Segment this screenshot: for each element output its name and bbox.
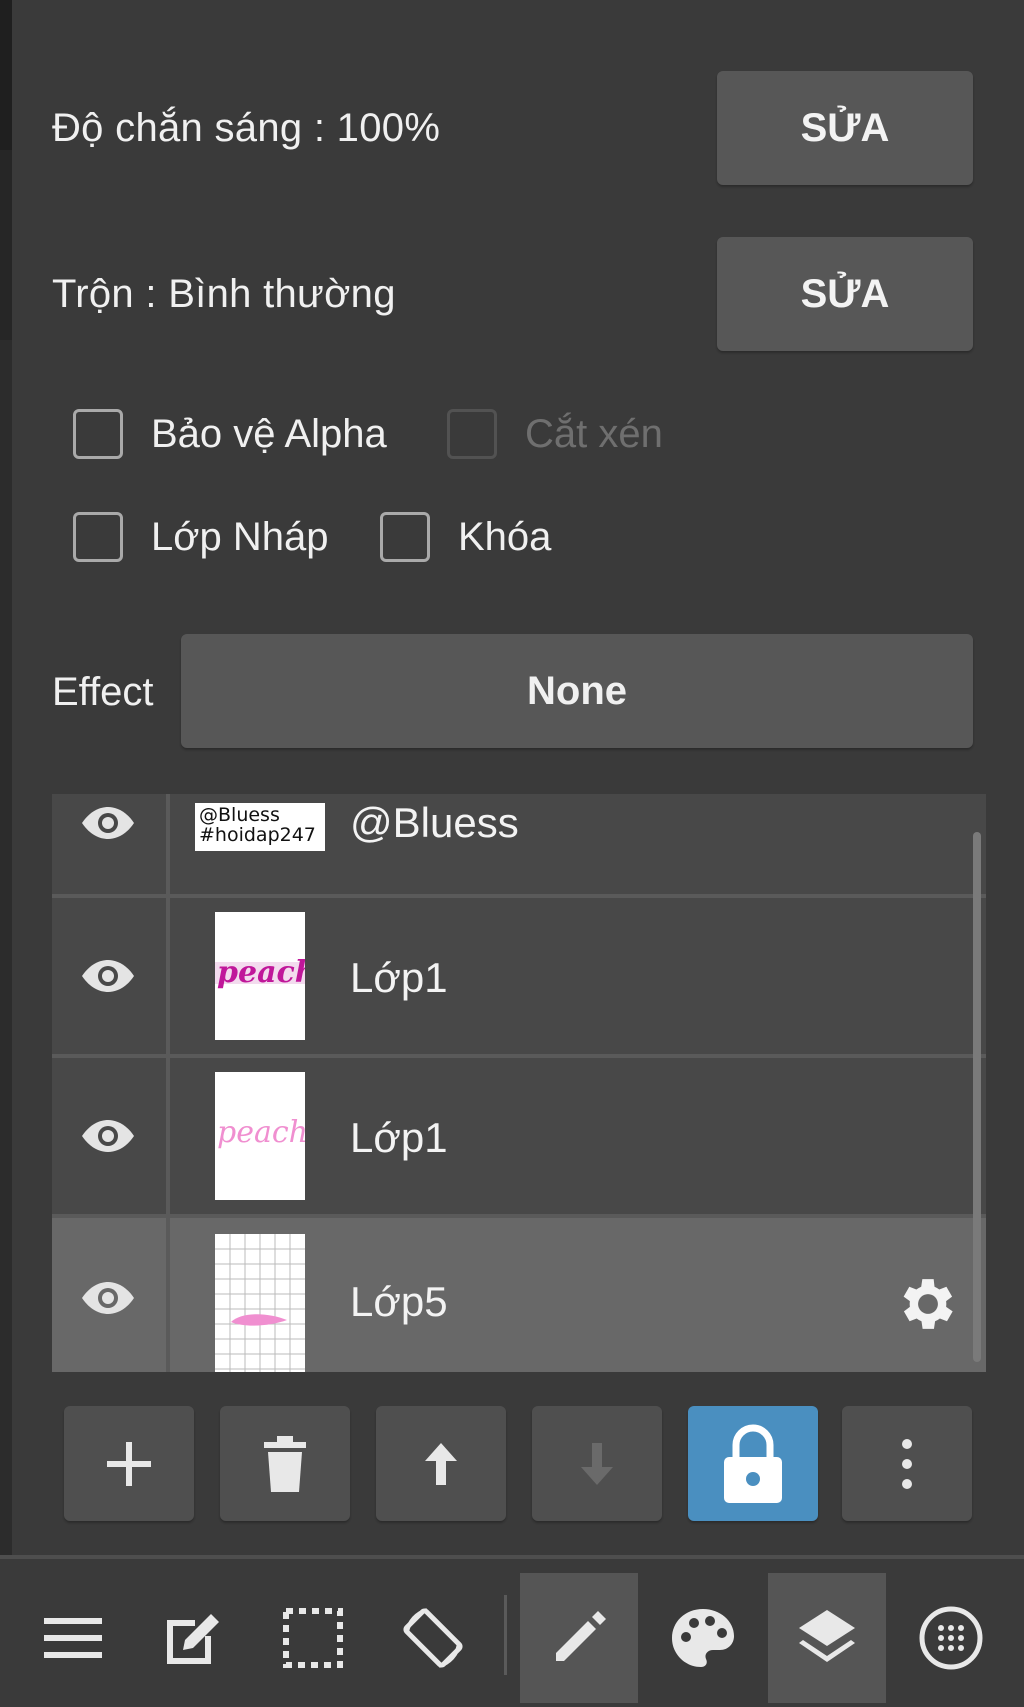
move-up-icon bbox=[425, 1442, 457, 1485]
checkbox-box bbox=[73, 512, 123, 562]
layers-icon bbox=[799, 1610, 855, 1662]
eye-icon[interactable] bbox=[80, 1280, 136, 1316]
layer-divider bbox=[166, 794, 170, 894]
edit-icon bbox=[167, 1614, 219, 1664]
eye-icon[interactable] bbox=[80, 805, 136, 841]
brush-icon bbox=[556, 1611, 606, 1661]
layer-list-scrollbar[interactable] bbox=[973, 832, 981, 1362]
rotate-button[interactable] bbox=[374, 1573, 492, 1703]
layer-divider bbox=[166, 1218, 170, 1372]
layer-name: @Bluess bbox=[350, 799, 519, 846]
selection-button[interactable] bbox=[254, 1573, 372, 1703]
trash-icon bbox=[264, 1435, 306, 1492]
layers-button[interactable] bbox=[768, 1573, 886, 1703]
thumb-word: peach bbox=[217, 1115, 305, 1150]
delete-layer-button[interactable] bbox=[220, 1406, 350, 1521]
layer-row[interactable]: @Bluess bbox=[52, 794, 986, 898]
thumb-word: peach bbox=[217, 955, 305, 990]
selection-icon bbox=[283, 1608, 343, 1668]
layer-row[interactable]: peach Lớp1 bbox=[52, 1058, 986, 1218]
protect-alpha-label: Bảo vệ Alpha bbox=[151, 411, 387, 456]
effect-label: Effect bbox=[52, 670, 154, 714]
palette-button[interactable] bbox=[644, 1573, 762, 1703]
add-layer-button[interactable] bbox=[64, 1406, 194, 1521]
layer-divider bbox=[166, 898, 170, 1054]
grid-button[interactable] bbox=[892, 1573, 1010, 1703]
eye-icon[interactable] bbox=[80, 958, 136, 994]
layer-thumbnail: peach bbox=[215, 1072, 305, 1200]
layer-row[interactable]: peach Lớp1 bbox=[52, 898, 986, 1058]
lock-checkbox[interactable]: Khóa bbox=[380, 512, 551, 562]
brush-tool-button[interactable] bbox=[520, 1573, 638, 1703]
layer-divider bbox=[166, 1058, 170, 1214]
opacity-label: Độ chắn sáng : 100% bbox=[52, 106, 441, 150]
canvas-edge-dark bbox=[0, 0, 12, 150]
protect-alpha-checkbox[interactable]: Bảo vệ Alpha bbox=[73, 409, 387, 459]
move-layer-down-button[interactable] bbox=[532, 1406, 662, 1521]
draft-layer-label: Lớp Nháp bbox=[151, 514, 329, 559]
thumb-text: @Bluess bbox=[199, 804, 280, 826]
layer-name: Lớp5 bbox=[350, 1278, 448, 1325]
bottom-toolbar bbox=[0, 1555, 1024, 1707]
menu-button[interactable] bbox=[14, 1573, 132, 1703]
blend-mode-label: Trộn : Bình thường bbox=[52, 272, 396, 316]
checkbox-box bbox=[447, 409, 497, 459]
move-layer-up-button[interactable] bbox=[376, 1406, 506, 1521]
checkbox-box bbox=[380, 512, 430, 562]
rotate-icon bbox=[403, 1608, 463, 1668]
thumb-text: #hoidap247 bbox=[199, 824, 316, 846]
gear-icon[interactable] bbox=[894, 1270, 962, 1338]
checkbox-box bbox=[73, 409, 123, 459]
watermark-thumbnail: @Bluess #hoidap247 bbox=[195, 803, 325, 851]
clipping-checkbox: Cắt xén bbox=[447, 409, 663, 459]
layer-name: Lớp1 bbox=[350, 954, 448, 1001]
edit-button[interactable] bbox=[134, 1573, 252, 1703]
lock-layer-button[interactable] bbox=[688, 1406, 818, 1521]
menu-icon bbox=[44, 1618, 102, 1658]
more-icon bbox=[902, 1438, 912, 1489]
palette-icon bbox=[672, 1609, 734, 1667]
canvas-edge-mid bbox=[0, 150, 12, 340]
effect-button[interactable]: None bbox=[181, 634, 973, 748]
lock-icon bbox=[724, 1424, 782, 1503]
layer-name: Lớp1 bbox=[350, 1114, 448, 1161]
layer-thumbnail bbox=[215, 1234, 305, 1372]
grid-icon bbox=[919, 1606, 983, 1670]
layer-thumbnail: peach bbox=[215, 912, 305, 1040]
layer-row-selected[interactable]: Lớp5 bbox=[52, 1218, 986, 1372]
eye-icon[interactable] bbox=[80, 1118, 136, 1154]
canvas-edge bbox=[0, 0, 12, 1555]
draft-layer-checkbox[interactable]: Lớp Nháp bbox=[73, 512, 328, 562]
lock-label: Khóa bbox=[458, 514, 552, 559]
opacity-edit-button[interactable]: SỬA bbox=[717, 71, 973, 185]
layer-list[interactable]: @Bluess peach Lớp1 peach Lớp1 bbox=[52, 794, 986, 1372]
add-icon bbox=[107, 1441, 151, 1486]
toolbar-divider bbox=[504, 1595, 507, 1675]
more-options-button[interactable] bbox=[842, 1406, 972, 1521]
clipping-label: Cắt xén bbox=[525, 411, 663, 456]
move-down-icon bbox=[581, 1442, 613, 1485]
blend-edit-button[interactable]: SỬA bbox=[717, 237, 973, 351]
